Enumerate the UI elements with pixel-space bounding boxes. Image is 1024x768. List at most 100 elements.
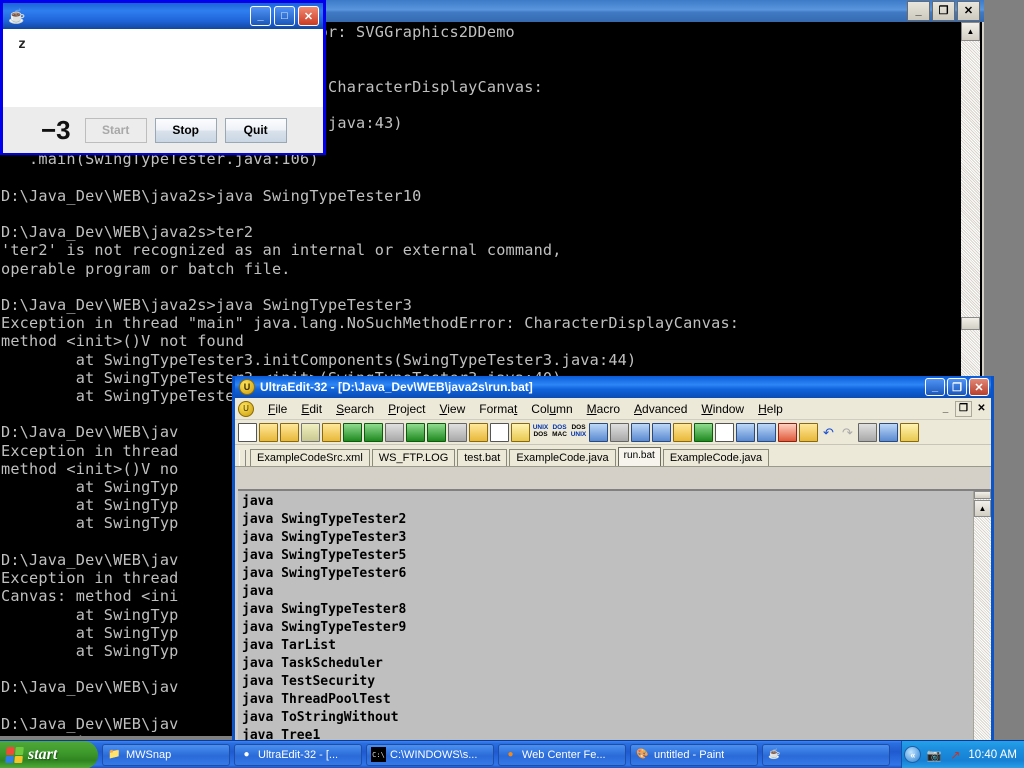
taskbar-item-paint[interactable]: 🎨 untitled - Paint bbox=[630, 744, 758, 766]
find-next-icon[interactable] bbox=[610, 423, 629, 442]
tabs-grip-handle[interactable] bbox=[239, 450, 246, 466]
cut-icon[interactable] bbox=[858, 423, 877, 442]
start-button[interactable]: start bbox=[0, 741, 98, 768]
print-icon[interactable] bbox=[694, 423, 713, 442]
save-all-icon[interactable] bbox=[406, 423, 425, 442]
chevron-left-icon[interactable]: « bbox=[904, 746, 921, 763]
editor-scroll-thumb[interactable] bbox=[974, 491, 991, 499]
ftp-open-icon[interactable] bbox=[322, 423, 341, 442]
taskbar-item-console[interactable]: C:\ C:\WINDOWS\s... bbox=[366, 744, 494, 766]
find-icon[interactable] bbox=[589, 423, 608, 442]
menu-help[interactable]: Help bbox=[751, 401, 790, 417]
displayed-character: z bbox=[18, 37, 26, 52]
java-coffee-cup-icon: ☕ bbox=[7, 6, 27, 26]
menu-column[interactable]: Column bbox=[524, 401, 579, 417]
mdi-close-button[interactable]: ✕ bbox=[973, 401, 990, 417]
editor-scroll-up-button[interactable]: ▲ bbox=[974, 500, 991, 517]
unix-to-dos-icon[interactable]: UNIXDOS bbox=[532, 423, 549, 441]
desktop: _ ❐ ✕ java.lang.NoClassDefFoundError: SV… bbox=[0, 0, 1024, 768]
open-multiple-icon[interactable] bbox=[301, 423, 320, 442]
console-scroll-up-button[interactable]: ▲ bbox=[961, 22, 980, 41]
taskbar-item-ultraedit[interactable]: ● UltraEdit-32 - [... bbox=[234, 744, 362, 766]
sort-asc-icon[interactable] bbox=[631, 423, 650, 442]
ultraedit-window-controls: _ ❐ ✕ bbox=[925, 378, 989, 396]
taskbar-item-label: Web Center Fe... bbox=[522, 749, 606, 761]
tab-examplecode-java-2[interactable]: ExampleCode.java bbox=[663, 449, 769, 466]
ultraedit-titlebar[interactable]: U UltraEdit-32 - [D:\Java_Dev\WEB\java2s… bbox=[235, 376, 991, 398]
editor-text-content[interactable]: java java SwingTypeTester2 java SwingTyp… bbox=[238, 491, 973, 741]
menu-format[interactable]: Format bbox=[472, 401, 524, 417]
menu-macro[interactable]: Macro bbox=[580, 401, 627, 417]
copy-icon[interactable] bbox=[879, 423, 898, 442]
save-as-delete-icon[interactable] bbox=[364, 423, 383, 442]
redo-icon[interactable]: ↷ bbox=[839, 424, 856, 441]
paste-icon[interactable] bbox=[900, 423, 919, 442]
counter-value: −3 bbox=[41, 115, 71, 146]
print-preview-icon[interactable] bbox=[715, 423, 734, 442]
save-copy-icon[interactable] bbox=[427, 423, 446, 442]
tab-ws-ftp-log[interactable]: WS_FTP.LOG bbox=[372, 449, 455, 466]
save-icon[interactable] bbox=[385, 423, 404, 442]
console-icon: C:\ bbox=[371, 747, 386, 762]
quit-button[interactable]: Quit bbox=[225, 118, 287, 143]
mdi-minimize-button[interactable]: _ bbox=[937, 401, 954, 417]
ftp-save-icon[interactable] bbox=[343, 423, 362, 442]
dos-to-unix-icon[interactable]: DOSUNIX bbox=[570, 423, 587, 441]
new-file-icon[interactable] bbox=[238, 423, 257, 442]
open-file-icon[interactable] bbox=[259, 423, 278, 442]
undo-icon[interactable]: ↶ bbox=[820, 424, 837, 441]
menu-window[interactable]: Window bbox=[694, 401, 751, 417]
ultraedit-file-tabs: ExampleCodeSrc.xml WS_FTP.LOG test.bat E… bbox=[235, 445, 991, 467]
menu-search[interactable]: Search bbox=[329, 401, 381, 417]
java-close-button[interactable]: ✕ bbox=[298, 6, 319, 26]
tab-examplecodesrc-xml[interactable]: ExampleCodeSrc.xml bbox=[250, 449, 370, 466]
taskbar-item-label: UltraEdit-32 - [... bbox=[258, 749, 338, 761]
menu-advanced[interactable]: Advanced bbox=[627, 401, 694, 417]
tab-test-bat[interactable]: test.bat bbox=[457, 449, 507, 466]
menu-view[interactable]: View bbox=[432, 401, 472, 417]
console-scroll-thumb[interactable] bbox=[961, 317, 980, 330]
console-minimize-button[interactable]: _ bbox=[907, 1, 930, 21]
new-project-icon[interactable] bbox=[490, 423, 509, 442]
ultraedit-close-button[interactable]: ✕ bbox=[969, 378, 989, 396]
delete-line-icon[interactable] bbox=[778, 423, 797, 442]
taskbar-item-java[interactable]: ☕ bbox=[762, 744, 890, 766]
page-setup-icon[interactable] bbox=[757, 423, 776, 442]
close-file-icon[interactable] bbox=[448, 423, 467, 442]
java-window-titlebar[interactable]: ☕ _ □ ✕ bbox=[3, 3, 323, 29]
menu-edit[interactable]: Edit bbox=[294, 401, 329, 417]
open-folder-icon[interactable] bbox=[280, 423, 299, 442]
console-window-controls: _ ❐ ✕ bbox=[907, 1, 980, 21]
start-button[interactable]: Start bbox=[85, 118, 147, 143]
template-icon[interactable] bbox=[736, 423, 755, 442]
console-restore-button[interactable]: ❐ bbox=[932, 1, 955, 21]
taskbar: start 📁 MWSnap ● UltraEdit-32 - [... C:\… bbox=[0, 740, 1024, 768]
taskbar-item-mwsnap[interactable]: 📁 MWSnap bbox=[102, 744, 230, 766]
document-icon[interactable]: U bbox=[238, 401, 254, 417]
stop-button[interactable]: Stop bbox=[155, 118, 217, 143]
mdi-restore-button[interactable]: ❐ bbox=[955, 401, 972, 417]
ultraedit-minimize-button[interactable]: _ bbox=[925, 378, 945, 396]
ultraedit-restore-button[interactable]: ❐ bbox=[947, 378, 967, 396]
menu-file[interactable]: File bbox=[261, 401, 294, 417]
send-mail-icon[interactable] bbox=[511, 423, 530, 442]
java-control-panel: −3 Start Stop Quit bbox=[3, 107, 323, 153]
menu-project[interactable]: Project bbox=[381, 401, 432, 417]
taskbar-item-webcenter[interactable]: ● Web Center Fe... bbox=[498, 744, 626, 766]
camera-icon[interactable]: 📷 bbox=[926, 747, 942, 763]
network-activity-icon[interactable]: ↗ bbox=[947, 747, 963, 763]
java-minimize-button[interactable]: _ bbox=[250, 6, 271, 26]
dos-to-mac-icon[interactable]: DOSMAC bbox=[551, 423, 568, 441]
java-maximize-button[interactable]: □ bbox=[274, 6, 295, 26]
tab-examplecode-java[interactable]: ExampleCode.java bbox=[509, 449, 615, 466]
system-tray: « 📷 ↗ 10:40 AM bbox=[901, 741, 1024, 768]
spell-check-icon[interactable] bbox=[673, 423, 692, 442]
clock[interactable]: 10:40 AM bbox=[968, 749, 1017, 761]
tab-run-bat[interactable]: run.bat bbox=[618, 447, 661, 466]
open-project-icon[interactable] bbox=[469, 423, 488, 442]
editor-vertical-scrollbar[interactable]: ▲ bbox=[973, 491, 991, 741]
sort-desc-icon[interactable] bbox=[652, 423, 671, 442]
ultraedit-editor-area: java java SwingTypeTester2 java SwingTyp… bbox=[238, 489, 991, 741]
open-recent-icon[interactable] bbox=[799, 423, 818, 442]
console-close-button[interactable]: ✕ bbox=[957, 1, 980, 21]
